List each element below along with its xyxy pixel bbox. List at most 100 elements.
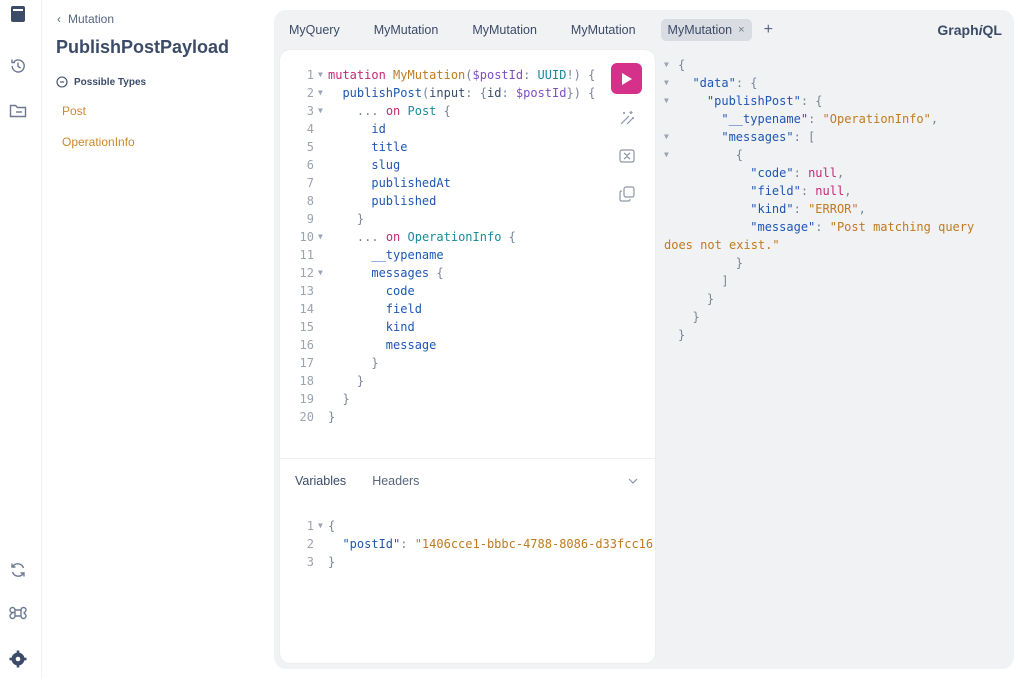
line-content: ] <box>678 272 728 290</box>
fold-toggle-icon[interactable]: ▼ <box>318 264 328 282</box>
code-token: Post <box>407 104 437 118</box>
line-content: } <box>678 290 714 308</box>
line-content: slug <box>328 156 400 174</box>
merge-icon[interactable] <box>617 146 637 166</box>
tab-mymutation-2[interactable]: MyMutation <box>463 19 546 41</box>
code-token: } <box>692 310 700 324</box>
chevron-down-icon[interactable] <box>627 474 639 488</box>
fold-toggle-icon[interactable]: ▼ <box>318 228 328 246</box>
tab-headers[interactable]: Headers <box>372 474 419 488</box>
variables-line: 2 "postId": "1406cce1-bbbc-4788-8086-d33… <box>280 535 653 553</box>
query-editor-card: 1 ▼ mutation MyMutation($postId: UUID!) {2… <box>280 50 655 663</box>
fold-toggle-icon <box>318 282 328 300</box>
code-token: "message" <box>750 220 816 234</box>
tab-mymutation-3[interactable]: MyMutation <box>562 19 645 41</box>
query-line: 10 ▼ ... on OperationInfo { <box>280 228 595 246</box>
response-line: ▼ "publishPost": { <box>664 92 1009 110</box>
add-tab-button[interactable]: + <box>764 21 773 39</box>
line-content: field <box>328 300 422 318</box>
query-line: 18 } <box>280 372 595 390</box>
type-link-post[interactable]: Post <box>62 104 86 118</box>
fold-toggle-icon <box>664 218 678 236</box>
session-panel: MyQuery MyMutation MyMutation MyMutation… <box>274 10 1014 669</box>
settings-icon[interactable] <box>8 649 28 669</box>
type-link-operationinfo[interactable]: OperationInfo <box>62 135 135 149</box>
code-token: UUID <box>537 68 567 82</box>
variables-line: 3} <box>280 553 653 571</box>
code-token: ( <box>465 68 473 82</box>
fold-toggle-icon <box>664 308 678 326</box>
response-line: "message": "Post matching query <box>664 218 1009 236</box>
docs-icon[interactable] <box>8 4 28 24</box>
refetch-icon[interactable] <box>8 560 28 580</box>
fold-toggle-icon[interactable]: ▼ <box>664 146 678 164</box>
code-token: message <box>385 338 437 352</box>
fold-toggle-icon[interactable]: ▼ <box>664 128 678 146</box>
fold-toggle-icon[interactable]: ▼ <box>318 102 328 120</box>
doc-title: PublishPostPayload <box>56 37 230 57</box>
query-line: 5 title <box>280 138 595 156</box>
fold-toggle-icon <box>318 408 328 426</box>
line-number: 3 <box>306 104 314 118</box>
code-token: { <box>678 58 686 72</box>
fold-toggle-icon[interactable]: ▼ <box>664 56 678 74</box>
fold-toggle-icon <box>664 290 678 308</box>
fold-toggle-icon[interactable]: ▼ <box>664 74 678 92</box>
code-token: : <box>400 537 415 551</box>
prettify-icon[interactable] <box>617 108 637 128</box>
variables-line: 1 ▼{ <box>280 517 653 535</box>
history-icon[interactable] <box>8 56 28 76</box>
run-button[interactable] <box>611 63 642 94</box>
tab-variables[interactable]: Variables <box>295 474 346 488</box>
graphiql-logo: GraphiQL <box>937 22 1002 38</box>
code-token: , <box>844 184 852 198</box>
code-token: on <box>385 104 408 118</box>
line-content: id <box>328 120 385 138</box>
copy-icon[interactable] <box>617 184 637 204</box>
query-line: 8 published <box>280 192 595 210</box>
code-token: "ERROR" <box>808 202 859 216</box>
fold-toggle-icon[interactable]: ▼ <box>318 66 328 84</box>
variables-editor[interactable]: 1 ▼{2 "postId": "1406cce1-bbbc-4788-8086-… <box>280 517 653 571</box>
query-line: 7 publishedAt <box>280 174 595 192</box>
line-content: code <box>328 282 415 300</box>
tab-mymutation-1[interactable]: MyMutation <box>365 19 448 41</box>
response-line: ▼{ <box>664 56 1009 74</box>
code-token: "field" <box>750 184 801 198</box>
play-icon <box>621 72 632 85</box>
line-content: } <box>328 372 364 390</box>
fold-toggle-icon <box>664 110 678 128</box>
line-number: 18 <box>299 374 314 388</box>
query-editor[interactable]: 1 ▼ mutation MyMutation($postId: UUID!) {2… <box>280 66 596 426</box>
tab-mymutation-active[interactable]: MyMutation × <box>660 19 752 41</box>
code-token: } <box>328 410 336 424</box>
command-icon[interactable] <box>8 603 28 623</box>
fold-toggle-icon <box>318 390 328 408</box>
fold-toggle-icon[interactable]: ▼ <box>318 84 328 102</box>
fold-toggle-icon <box>664 164 678 182</box>
code-token: kind <box>385 320 415 334</box>
line-content: mutation MyMutation($postId: UUID!) { <box>328 66 595 84</box>
fold-toggle-icon[interactable]: ▼ <box>318 517 328 535</box>
query-line: 19 } <box>280 390 595 408</box>
explorer-icon[interactable] <box>8 101 28 121</box>
code-token: } <box>356 212 365 226</box>
fold-toggle-icon <box>664 326 678 344</box>
line-number: 15 <box>299 320 314 334</box>
close-tab-icon[interactable]: × <box>738 24 744 36</box>
fold-toggle-icon[interactable]: ▼ <box>664 92 678 110</box>
tab-myquery[interactable]: MyQuery <box>280 19 349 41</box>
code-token: } <box>678 328 686 342</box>
code-token: { <box>735 148 744 162</box>
line-content: } <box>328 390 349 408</box>
doc-back-link[interactable]: ‹ Mutation <box>57 12 114 26</box>
fold-toggle-icon <box>318 354 328 372</box>
line-content: "publishPost": { <box>678 92 823 110</box>
line-content: "kind": "ERROR", <box>678 200 866 218</box>
